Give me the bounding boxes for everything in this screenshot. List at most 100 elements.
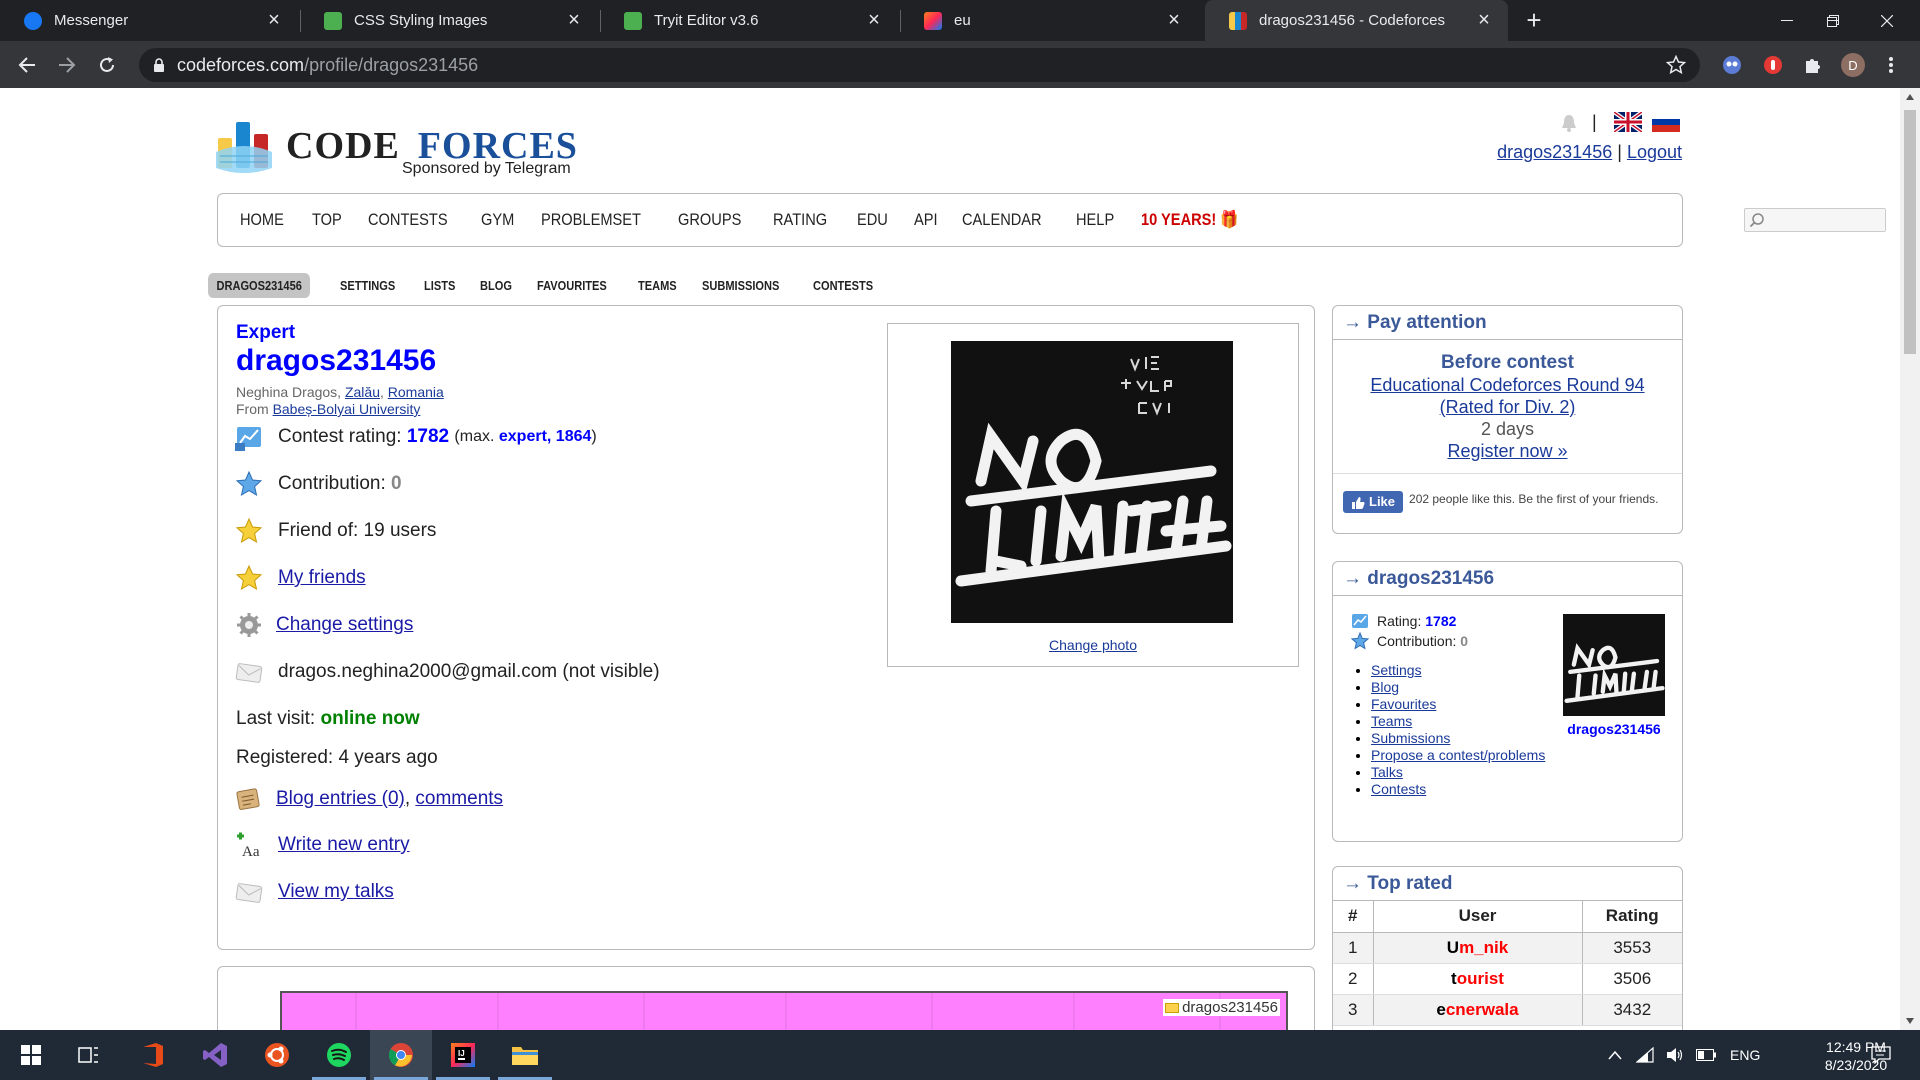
sidebar-contests-link[interactable]: Contests [1371, 781, 1426, 797]
user-avatar-photo [951, 341, 1233, 623]
menu-dots-icon[interactable] [1880, 54, 1902, 76]
sidebar-blog-link[interactable]: Blog [1371, 679, 1399, 695]
user-cell[interactable]: tourist [1372, 963, 1582, 995]
action-center-button[interactable] [1856, 1030, 1906, 1080]
city-link[interactable]: Zalău [345, 384, 380, 400]
extensions-puzzle-icon[interactable] [1802, 54, 1824, 76]
change-photo-link[interactable]: Change photo [1049, 637, 1137, 653]
submenu-profile[interactable]: DRAGOS231456 [208, 273, 311, 298]
sidebar-talks-link[interactable]: Talks [1371, 764, 1403, 780]
task-view-button[interactable] [58, 1030, 120, 1080]
battery-icon[interactable] [1696, 1049, 1716, 1061]
submenu-contests[interactable]: CONTESTS [813, 278, 873, 293]
menu-groups[interactable]: GROUPS [678, 210, 741, 230]
scroll-down-arrow-icon[interactable] [1906, 1018, 1914, 1024]
sidebar-submissions-link[interactable]: Submissions [1371, 730, 1450, 746]
profile-avatar[interactable]: D [1841, 53, 1865, 77]
search-input[interactable] [1744, 208, 1886, 232]
user-rest: m_nik [1459, 937, 1509, 957]
russian-flag-icon[interactable] [1652, 112, 1680, 132]
view-talks-link[interactable]: View my talks [278, 881, 394, 903]
taskbar-intellij[interactable]: IJ [432, 1030, 494, 1080]
back-button[interactable] [13, 51, 41, 79]
codeforces-logo-icon [216, 122, 272, 173]
taskbar-file-explorer[interactable] [494, 1030, 556, 1080]
thumb-handle[interactable]: dragos231456 [1557, 721, 1671, 737]
comments-link[interactable]: comments [415, 788, 503, 810]
close-tab-icon[interactable]: × [1164, 9, 1184, 31]
taskbar-office[interactable] [122, 1030, 184, 1080]
menu-calendar[interactable]: CALENDAR [962, 210, 1042, 230]
sidebar-settings-link[interactable]: Settings [1371, 662, 1422, 678]
menu-contests[interactable]: CONTESTS [368, 210, 448, 230]
user-rest: ourist [1456, 968, 1504, 988]
close-tab-icon[interactable]: × [564, 9, 584, 31]
fb-like-button[interactable]: Like [1343, 491, 1404, 513]
user-cell[interactable]: Um_nik [1372, 932, 1582, 964]
taskbar-spotify[interactable] [308, 1030, 370, 1080]
blog-entries-link[interactable]: Blog entries (0) [276, 788, 405, 810]
country-link[interactable]: Romania [388, 384, 444, 400]
close-window-button[interactable] [1864, 0, 1910, 41]
logout-link[interactable]: Logout [1627, 142, 1682, 162]
menu-top[interactable]: TOP [312, 210, 342, 230]
forward-button[interactable] [53, 51, 81, 79]
submenu-blog[interactable]: BLOG [480, 278, 512, 293]
wifi-icon[interactable] [1636, 1047, 1654, 1063]
header-handle-link[interactable]: dragos231456 [1497, 142, 1612, 162]
user-avatar-thumb[interactable] [1563, 614, 1665, 716]
codeforces-logo[interactable]: CODE FORCES Sponsored by Telegram [216, 118, 586, 178]
english-flag-icon[interactable] [1614, 112, 1642, 132]
register-link[interactable]: Register now » [1447, 441, 1567, 461]
close-tab-icon[interactable]: × [864, 9, 884, 31]
contest-link[interactable]: Educational Codeforces Round 94 (Rated f… [1370, 375, 1644, 417]
submenu-favourites[interactable]: FAVOURITES [537, 278, 607, 293]
restore-button[interactable] [1810, 0, 1856, 41]
submenu-submissions[interactable]: SUBMISSIONS [702, 278, 779, 293]
adblock-icon[interactable] [1762, 54, 1784, 76]
scrollbar-thumb[interactable] [1904, 110, 1916, 354]
bookmark-star-icon[interactable] [1666, 55, 1686, 75]
sidebar-propose-link[interactable]: Propose a contest/problems [1371, 747, 1545, 763]
sidebar-favourites-link[interactable]: Favourites [1371, 696, 1436, 712]
tab-codeforces-active[interactable]: dragos231456 - Codeforces × [1205, 0, 1508, 41]
menu-10-years[interactable]: 10 YEARS! 🎁 [1141, 210, 1239, 230]
tab-css-styling-images[interactable]: CSS Styling Images × [300, 0, 598, 41]
show-hidden-icons-icon[interactable] [1608, 1050, 1622, 1060]
user-cell[interactable]: ecnerwala [1372, 994, 1582, 1026]
write-entry-link[interactable]: Write new entry [278, 834, 410, 856]
menu-help[interactable]: HELP [1076, 210, 1114, 230]
my-friends-link[interactable]: My friends [278, 567, 366, 589]
menu-gym[interactable]: GYM [481, 210, 514, 230]
reload-button[interactable] [93, 51, 121, 79]
taskbar-ubuntu[interactable] [246, 1030, 308, 1080]
language-indicator[interactable]: ENG [1730, 1047, 1760, 1063]
minimize-button[interactable] [1764, 0, 1810, 41]
tab-tryit-editor[interactable]: Tryit Editor v3.6 × [600, 0, 898, 41]
volume-icon[interactable] [1666, 1047, 1684, 1063]
menu-edu[interactable]: EDU [857, 210, 888, 230]
menu-home[interactable]: HOME [240, 210, 284, 230]
organization-link[interactable]: Babeș-Bolyai University [273, 401, 421, 417]
taskbar-visual-studio[interactable] [184, 1030, 246, 1080]
scroll-up-arrow-icon[interactable] [1906, 94, 1914, 100]
menu-api[interactable]: API [914, 210, 938, 230]
tab-messenger[interactable]: Messenger × [0, 0, 298, 41]
extension-icon[interactable] [1721, 54, 1743, 76]
new-tab-button[interactable]: + [1521, 7, 1547, 34]
menu-problemset[interactable]: PROBLEMSET [541, 210, 641, 230]
address-bar[interactable]: codeforces.com/profile/dragos231456 [139, 48, 1700, 82]
submenu-lists[interactable]: LISTS [424, 278, 455, 293]
submenu-teams[interactable]: TEAMS [638, 278, 677, 293]
menu-rating[interactable]: RATING [773, 210, 827, 230]
taskbar-chrome[interactable] [370, 1030, 432, 1080]
submenu-settings[interactable]: SETTINGS [340, 278, 395, 293]
start-button[interactable] [0, 1030, 62, 1080]
bell-icon[interactable] [1560, 114, 1578, 132]
tab-eu[interactable]: eu × [900, 0, 1198, 41]
sidebar-teams-link[interactable]: Teams [1371, 713, 1412, 729]
change-settings-link[interactable]: Change settings [276, 614, 413, 636]
close-tab-icon[interactable]: × [264, 9, 284, 31]
page-scrollbar[interactable] [1900, 88, 1920, 1030]
close-tab-icon[interactable]: × [1474, 9, 1494, 31]
